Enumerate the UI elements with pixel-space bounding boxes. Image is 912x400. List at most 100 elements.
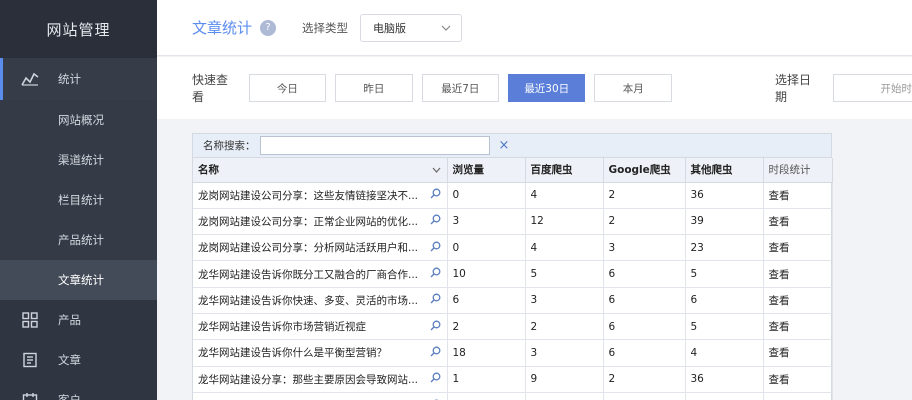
grid-icon xyxy=(20,310,40,330)
date-label: 选择日期 xyxy=(774,73,811,104)
baidu-cell: 4 xyxy=(525,234,604,262)
baidu-cell: 9 xyxy=(525,366,604,393)
quick-last7-button[interactable]: 最近7日 xyxy=(421,74,500,102)
column-header-other[interactable]: 其他爬虫 xyxy=(685,158,764,183)
sidebar-item-products[interactable]: 产品 xyxy=(0,300,157,340)
baidu-cell xyxy=(525,392,604,400)
article-name: 龙华网站建设分享：那些主要原因会导致网站... xyxy=(198,373,419,386)
column-header-views[interactable]: 浏览量 xyxy=(447,158,526,183)
table-row: 龙华网站建设告诉你市场营销近视症 2 2 6 5 查看 xyxy=(193,313,833,341)
search-icon[interactable] xyxy=(430,320,441,334)
period-cell[interactable]: 查看 xyxy=(763,260,833,288)
period-cell[interactable]: 查看 xyxy=(763,366,833,393)
sidebar-item-article-stats[interactable]: 文章统计 xyxy=(0,260,157,300)
sidebar-item-articles[interactable]: 文章 xyxy=(0,340,157,380)
baidu-cell: 3 xyxy=(525,339,604,367)
start-date-input[interactable]: 开始时 xyxy=(832,74,912,102)
period-cell[interactable]: 查看 xyxy=(763,287,833,314)
article-name: 龙华网站建设告诉你市场营销近视症 xyxy=(198,321,366,334)
search-label: 名称搜索： xyxy=(203,140,256,152)
table-row: 龙岗网站建设公司分享：这些友情链接坚决不... 0 4 2 36 查看 xyxy=(193,182,833,209)
name-cell: 龙岗网站建设公司分享：这些友情链接坚决不... xyxy=(193,182,448,209)
search-icon[interactable] xyxy=(430,346,441,360)
type-select[interactable]: 电脑版 xyxy=(360,13,463,42)
search-icon[interactable] xyxy=(430,188,441,202)
views-cell: 0 xyxy=(447,182,526,209)
chart-icon xyxy=(20,69,40,89)
column-header-baidu[interactable]: 百度爬虫 xyxy=(525,158,604,183)
search-input[interactable] xyxy=(259,136,490,155)
sidebar-item-product-stats[interactable]: 产品统计 xyxy=(0,220,157,260)
column-header-name[interactable]: 名称 xyxy=(193,158,448,183)
table-row: 龙华网站建设告诉你快速、多变、灵活的市场... 6 3 6 6 查看 xyxy=(193,287,833,314)
help-icon[interactable]: ? xyxy=(260,19,277,36)
sidebar: 网站管理 统计 网站概况 渠道统计 栏目统计 产品统计 文章统计 产品 文章 客… xyxy=(0,0,157,400)
clear-icon[interactable]: × xyxy=(499,138,510,153)
calendar-icon xyxy=(20,390,40,400)
other-cell: 6 xyxy=(685,287,764,314)
google-cell: 2 xyxy=(603,366,686,393)
quick-view-label: 快速查看 xyxy=(192,73,229,104)
sidebar-item-label: 客户 xyxy=(58,393,81,400)
google-cell: 2 xyxy=(603,208,686,236)
search-icon[interactable] xyxy=(430,267,441,281)
name-cell: 龙华网站建设分享：网站建设中如何做好网站... xyxy=(193,392,448,400)
baidu-cell: 5 xyxy=(525,260,604,288)
quick-yesterday-button[interactable]: 昨日 xyxy=(335,74,413,102)
period-cell[interactable]: 查看 xyxy=(763,182,833,209)
google-cell: 3 xyxy=(603,234,686,262)
other-cell: 5 xyxy=(685,260,764,288)
other-cell: 36 xyxy=(685,366,764,393)
article-name: 龙华网站建设告诉你什么是平衡型营销？ xyxy=(198,347,387,360)
article-name: 龙岗网站建设公司分享：分析网站活跃用户和... xyxy=(198,242,419,255)
name-cell: 龙华网站建设告诉你快速、多变、灵活的市场... xyxy=(193,287,448,314)
stats-table: 名称 浏览量 百度爬虫 Google爬虫 其他爬虫 时段统计 龙岗网站建设公司分… xyxy=(193,158,833,400)
period-cell[interactable]: 查看 xyxy=(763,208,833,236)
search-icon[interactable] xyxy=(430,214,441,228)
other-cell xyxy=(685,392,764,400)
name-cell: 龙岗网站建设公司分享：正常企业网站的优化... xyxy=(193,208,448,236)
type-label: 选择类型 xyxy=(302,20,349,35)
views-cell: 18 xyxy=(447,339,526,367)
period-cell[interactable]: 查看 xyxy=(763,339,833,367)
quick-today-button[interactable]: 今日 xyxy=(248,74,327,102)
sidebar-item-label: 文章 xyxy=(58,353,81,367)
article-name: 龙岗网站建设公司分享：这些友情链接坚决不... xyxy=(198,189,419,202)
google-cell: 2 xyxy=(603,182,686,209)
name-cell: 龙岗网站建设公司分享：分析网站活跃用户和... xyxy=(193,234,448,262)
table-row: 龙华网站建设分享：那些主要原因会导致网站... 1 9 2 36 查看 xyxy=(193,366,833,393)
type-select-value: 电脑版 xyxy=(373,21,407,35)
sidebar-item-channel-stats[interactable]: 渠道统计 xyxy=(0,140,157,180)
page-title: 文章统计 xyxy=(192,19,253,37)
sidebar-item-site-overview[interactable]: 网站概况 xyxy=(0,100,157,140)
period-cell[interactable] xyxy=(763,392,833,400)
quick-last30-button[interactable]: 最近30日 xyxy=(508,74,586,102)
quick-month-button[interactable]: 本月 xyxy=(594,74,672,102)
table-header-row: 名称 浏览量 百度爬虫 Google爬虫 其他爬虫 时段统计 xyxy=(193,158,833,183)
sidebar-item-label: 产品 xyxy=(58,313,81,327)
sidebar-item-column-stats[interactable]: 栏目统计 xyxy=(0,180,157,220)
name-cell: 龙华网站建设告诉你既分工又融合的厂商合作... xyxy=(193,260,448,288)
page-header: 文章统计 ? 选择类型 电脑版 xyxy=(157,0,912,56)
sidebar-item-stats[interactable]: 统计 xyxy=(0,58,157,100)
sidebar-item-label: 统计 xyxy=(58,72,81,86)
article-name: 龙华网站建设告诉你快速、多变、灵活的市场... xyxy=(198,294,419,307)
column-header-google[interactable]: Google爬虫 xyxy=(603,158,686,183)
chevron-down-icon xyxy=(432,164,441,176)
table-row: 龙岗网站建设公司分享：分析网站活跃用户和... 0 4 3 23 查看 xyxy=(193,234,833,262)
google-cell: 6 xyxy=(603,339,686,367)
period-cell[interactable]: 查看 xyxy=(763,234,833,262)
search-icon[interactable] xyxy=(430,372,441,386)
period-cell[interactable]: 查看 xyxy=(763,313,833,341)
views-cell xyxy=(447,392,526,400)
search-icon[interactable] xyxy=(430,241,441,255)
name-cell: 龙华网站建设分享：那些主要原因会导致网站... xyxy=(193,366,448,393)
baidu-cell: 4 xyxy=(525,182,604,209)
brand-title: 网站管理 xyxy=(0,0,157,58)
name-cell: 龙华网站建设告诉你市场营销近视症 xyxy=(193,313,448,341)
sidebar-item-customers[interactable]: 客户 xyxy=(0,380,157,400)
chevron-down-icon xyxy=(441,21,451,34)
views-cell: 0 xyxy=(447,234,526,262)
baidu-cell: 12 xyxy=(525,208,604,236)
search-icon[interactable] xyxy=(430,293,441,307)
